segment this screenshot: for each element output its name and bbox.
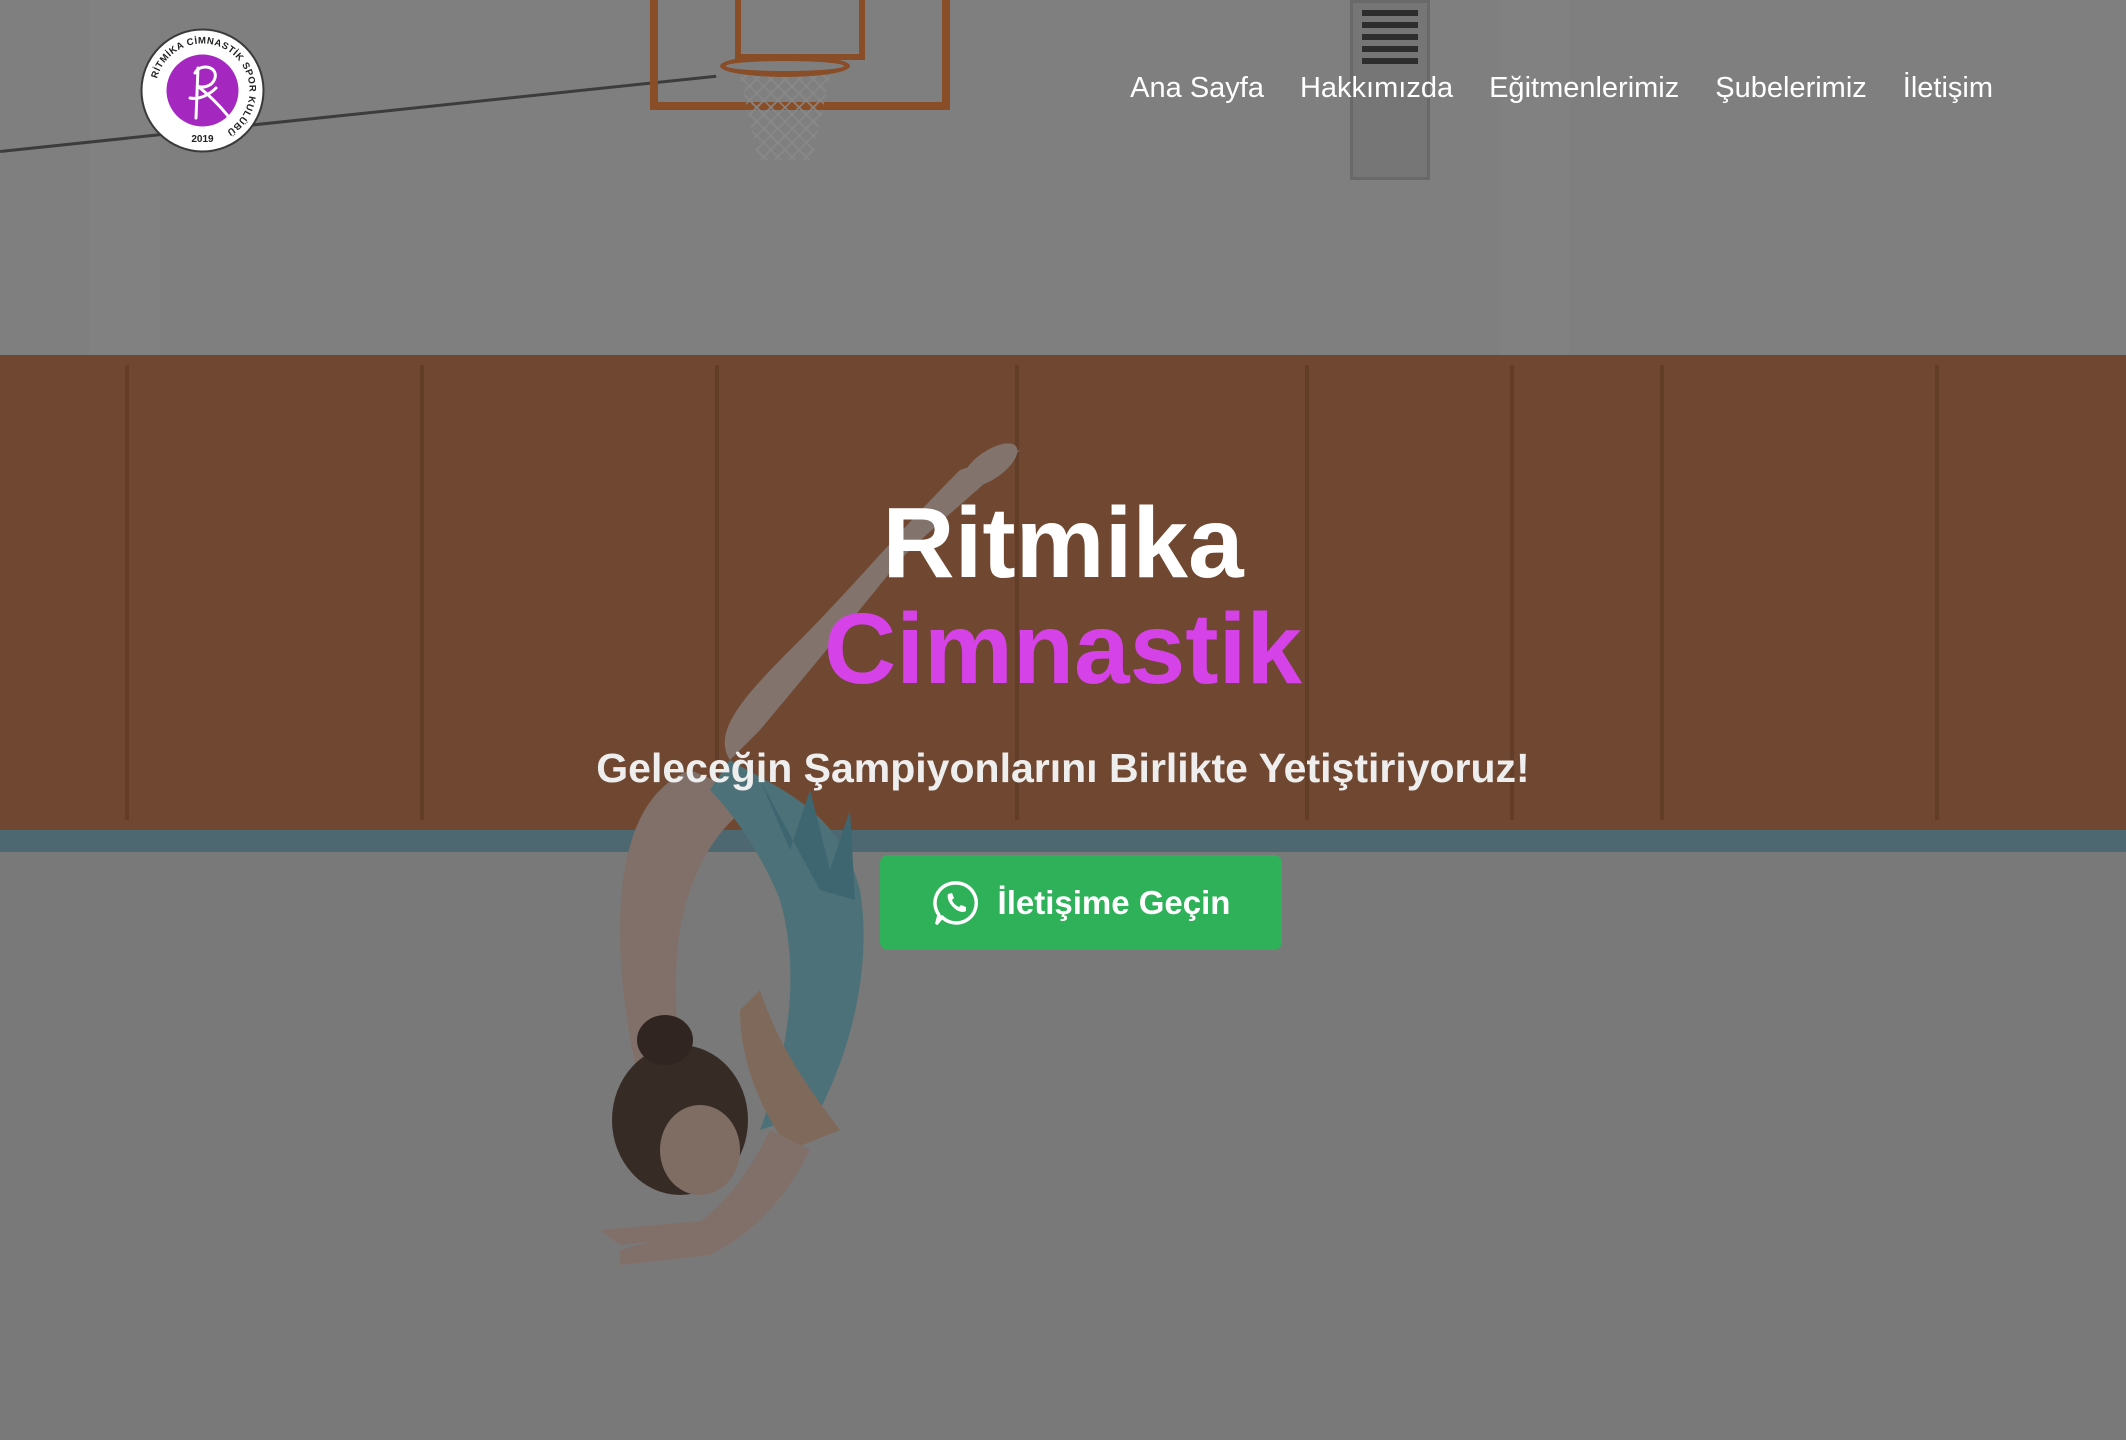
hero-subtitle: Geleceğin Şampiyonlarını Birlikte Yetişt… — [596, 745, 1530, 791]
dark-overlay — [0, 0, 2126, 1440]
club-logo[interactable]: RİTMİKA CİMNASTİK SPOR KULÜBÜ 2019 — [140, 28, 265, 153]
nav-item-home[interactable]: Ana Sayfa — [1130, 72, 1264, 105]
nav-item-branches[interactable]: Şubelerimiz — [1715, 72, 1867, 105]
nav-item-contact[interactable]: İletişim — [1903, 72, 1993, 105]
contact-whatsapp-button[interactable]: İletişime Geçin — [880, 855, 1282, 950]
hero-title-line-2: Cimnastik — [824, 593, 1302, 705]
logo-year: 2019 — [191, 134, 214, 145]
main-nav: Ana Sayfa Hakkımızda Eğitmenlerimiz Şube… — [1130, 72, 1993, 105]
hero-background-image — [0, 0, 2126, 1440]
nav-item-trainers[interactable]: Eğitmenlerimiz — [1489, 72, 1679, 105]
nav-item-about[interactable]: Hakkımızda — [1300, 72, 1453, 105]
contact-button-label: İletişime Geçin — [997, 883, 1231, 921]
hero-title-line-1: Ritmika — [882, 487, 1244, 599]
whatsapp-icon — [932, 880, 978, 925]
